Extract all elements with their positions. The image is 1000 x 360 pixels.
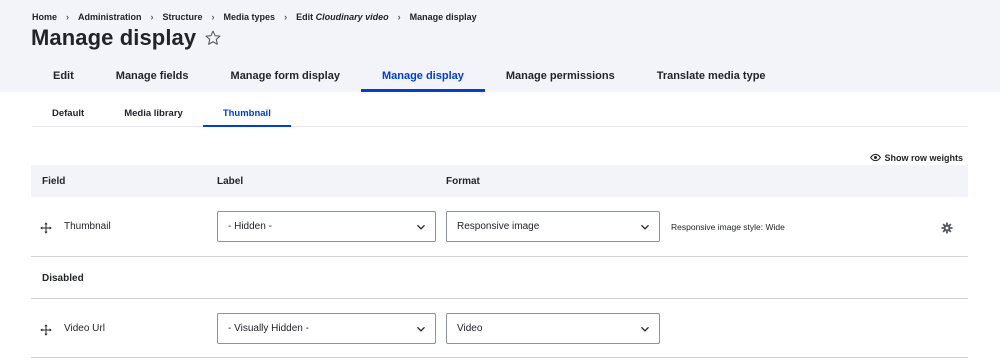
field-name-thumbnail: Thumbnail [64,221,111,232]
breadcrumb-separator: › [150,12,154,22]
secondary-tabs: Default Media library Thumbnail [32,100,968,127]
chevron-down-icon [641,224,649,230]
tab-manage-fields[interactable]: Manage fields [95,60,210,92]
format-select-value: Responsive image [457,221,540,232]
breadcrumb-separator: › [66,12,70,22]
table-header: Field Label Format [31,165,968,197]
format-select-thumbnail[interactable]: Responsive image [446,211,660,242]
tab-manage-display[interactable]: Manage display [360,60,485,92]
tab-manage-permissions[interactable]: Manage permissions [485,60,636,92]
breadcrumb-separator: › [397,12,401,22]
breadcrumb-structure[interactable]: Structure [163,12,203,22]
label-select-video-url[interactable]: - Visually Hidden - [217,313,436,344]
subtab-media-library[interactable]: Media library [104,100,203,126]
label-select-thumbnail[interactable]: - Hidden - [217,211,436,242]
breadcrumb-edit-prefix: Edit [296,12,316,22]
breadcrumb-current: Manage display [409,12,477,22]
chevron-down-icon [417,326,425,332]
format-select-value: Video [457,323,483,334]
breadcrumb: Home › Administration › Structure › Medi… [32,12,477,22]
star-outline-icon[interactable] [204,29,222,47]
header-label: Label [217,175,244,187]
drag-handle-icon[interactable] [40,323,52,336]
breadcrumb-administration[interactable]: Administration [78,12,142,22]
label-select-value: - Visually Hidden - [228,323,309,334]
region-row-disabled: Disabled [31,257,968,299]
chevron-down-icon [641,326,649,332]
table-row: Thumbnail - Hidden - Responsive image Re… [31,197,968,257]
show-row-weights-label: Show row weights [884,152,963,163]
subtab-default[interactable]: Default [32,100,104,126]
breadcrumb-separator: › [211,12,215,22]
page-header: Home › Administration › Structure › Medi… [0,0,1000,92]
subtab-thumbnail[interactable]: Thumbnail [202,100,291,127]
tab-translate-media-type[interactable]: Translate media type [636,60,787,92]
format-summary: Responsive image style: Wide [671,222,785,232]
field-display-table: Field Label Format Thumbnail - Hidden - … [31,165,968,358]
breadcrumb-home[interactable]: Home [32,12,57,22]
drag-handle-icon[interactable] [40,221,52,234]
gear-icon[interactable] [941,221,953,234]
tab-edit[interactable]: Edit [32,60,95,92]
breadcrumb-edit-name: Cloudinary video [315,12,389,22]
tab-manage-form-display[interactable]: Manage form display [210,60,361,92]
show-row-weights-button[interactable]: Show row weights [870,152,963,163]
breadcrumb-edit-media-type[interactable]: Edit Cloudinary video [296,12,389,22]
format-select-video-url[interactable]: Video [446,313,660,344]
label-select-value: - Hidden - [228,221,272,232]
field-name-video-url: Video Url [64,323,105,334]
chevron-down-icon [417,224,425,230]
eye-icon [870,152,882,163]
breadcrumb-media-types[interactable]: Media types [224,12,276,22]
title-row: Manage display [31,25,222,51]
primary-tabs: Edit Manage fields Manage form display M… [32,60,787,92]
breadcrumb-separator: › [284,12,288,22]
table-row: Video Url - Visually Hidden - Video [31,299,968,358]
region-title-disabled: Disabled [42,273,84,284]
header-format: Format [446,175,480,187]
header-field: Field [42,175,66,187]
page-title: Manage display [31,25,197,50]
